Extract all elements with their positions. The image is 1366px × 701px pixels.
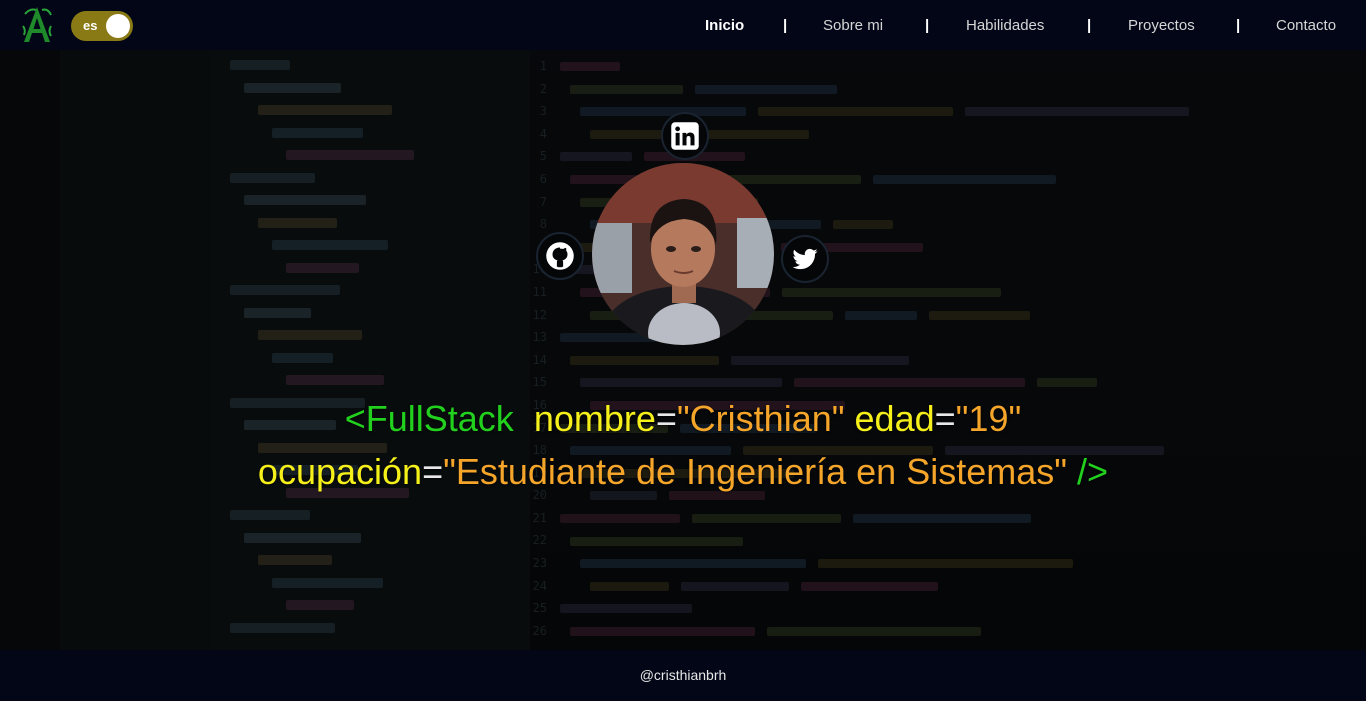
headline-line-1: <FullStack nombre="Cristhian" edad="19" bbox=[0, 392, 1366, 445]
nav-item-habilidades[interactable]: Habilidades bbox=[966, 17, 1044, 34]
top-navbar: es Inicio | Sobre mi | Habilidades | Pro… bbox=[0, 0, 1366, 50]
nav-separator: | bbox=[925, 17, 930, 34]
equals-sign: = bbox=[934, 398, 956, 439]
jsx-tag-open: <FullStack bbox=[344, 398, 514, 439]
equals-sign: = bbox=[655, 398, 677, 439]
twitter-link[interactable] bbox=[781, 235, 829, 283]
profile-avatar bbox=[592, 163, 774, 345]
attr-nombre: nombre bbox=[533, 398, 656, 439]
profile-photo bbox=[592, 163, 774, 345]
code-editor-background: 1234567891011121314151617181920212223242… bbox=[0, 0, 1366, 701]
nav-separator: | bbox=[783, 17, 788, 34]
footer-handle: @cristhianbrh bbox=[639, 667, 727, 683]
nav-item-contacto[interactable]: Contacto bbox=[1276, 17, 1336, 34]
linkedin-link[interactable] bbox=[661, 112, 709, 160]
nav-separator: | bbox=[1236, 17, 1241, 34]
jsx-tag-close: /> bbox=[1077, 451, 1109, 492]
value-ocupacion: "Estudiante de Ingeniería en Sistemas" bbox=[443, 451, 1068, 492]
value-edad: "19" bbox=[955, 398, 1022, 439]
nav-item-sobre-mi[interactable]: Sobre mi bbox=[823, 17, 883, 34]
value-nombre: "Cristhian" bbox=[676, 398, 845, 439]
attr-ocupacion: ocupación bbox=[257, 451, 423, 492]
github-icon bbox=[546, 242, 574, 270]
hero-headline: <FullStack nombre="Cristhian" edad="19" … bbox=[0, 392, 1366, 498]
github-link[interactable] bbox=[536, 232, 584, 280]
linkedin-icon bbox=[671, 122, 699, 150]
footer: @cristhianbrh bbox=[0, 650, 1366, 701]
attr-edad: edad bbox=[854, 398, 935, 439]
nav-item-proyectos[interactable]: Proyectos bbox=[1128, 17, 1195, 34]
nav-item-inicio[interactable]: Inicio bbox=[705, 17, 744, 34]
twitter-icon bbox=[792, 248, 818, 270]
nav-separator: | bbox=[1087, 17, 1092, 34]
background-dim-overlay bbox=[0, 0, 1366, 701]
equals-sign: = bbox=[422, 451, 444, 492]
headline-line-2: ocupación="Estudiante de Ingeniería en S… bbox=[0, 445, 1366, 498]
main-nav: Inicio | Sobre mi | Habilidades | Proyec… bbox=[0, 0, 1366, 50]
